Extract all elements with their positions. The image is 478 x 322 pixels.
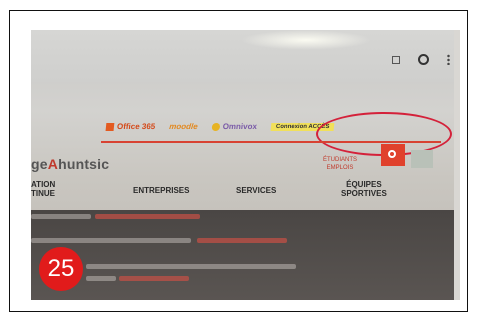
text-link[interactable] [197, 238, 287, 243]
text-link[interactable] [119, 276, 189, 281]
brand-suffix: huntsic [58, 156, 110, 172]
student-link[interactable]: ÉTUDIANTS EMPLOIS [323, 156, 357, 172]
omnivox-link[interactable]: Omnivox [211, 122, 257, 131]
quick-links: Office 365 moodle Omnivox Connexion ACCÈ… [105, 122, 335, 131]
moodle-link[interactable]: moodle [169, 122, 198, 131]
nav-item-services[interactable]: SERVICES [236, 186, 276, 195]
text-line [86, 264, 296, 269]
content-area [31, 210, 460, 300]
menu-dots-icon[interactable] [447, 54, 450, 65]
text-line [31, 238, 191, 243]
nav-item-formation-line1: ATION [31, 180, 56, 189]
text-line [86, 276, 116, 281]
student-link-line2: EMPLOIS [326, 165, 354, 171]
office-link[interactable]: Office 365 [105, 122, 156, 131]
nav-item-formation-line2: TINUE [31, 189, 55, 198]
user-icon[interactable] [418, 54, 429, 65]
step-number-badge: 25 [39, 247, 83, 291]
office-label: Office 365 [116, 122, 156, 131]
text-line [31, 214, 91, 219]
nav-item-formation[interactable]: ATION TINUE [31, 180, 55, 198]
site-brand[interactable]: geAhuntsic [31, 156, 109, 172]
brand-highlight: A [47, 156, 59, 172]
menu-button[interactable] [411, 150, 433, 168]
grid-icon[interactable] [392, 55, 400, 64]
search-button[interactable] [381, 144, 405, 166]
student-link-line1: ÉTUDIANTS [323, 157, 358, 163]
screen-edge [454, 30, 460, 300]
nav-item-equipes-line1: ÉQUIPES [346, 180, 382, 189]
omnivox-icon [211, 122, 221, 131]
browser-icons [392, 54, 450, 65]
screen-glare [241, 30, 371, 50]
nav-item-equipes[interactable]: ÉQUIPES SPORTIVES [341, 180, 387, 198]
office-icon [105, 122, 115, 131]
text-link[interactable] [95, 214, 200, 219]
header-divider [101, 141, 441, 143]
screen-photo: Office 365 moodle Omnivox Connexion ACCÈ… [31, 30, 460, 300]
omnivox-label: Omnivox [222, 122, 258, 131]
nav-item-equipes-line2: SPORTIVES [341, 189, 387, 198]
nav-item-entreprises[interactable]: ENTREPRISES [133, 186, 189, 195]
brand-prefix: ge [31, 156, 48, 172]
